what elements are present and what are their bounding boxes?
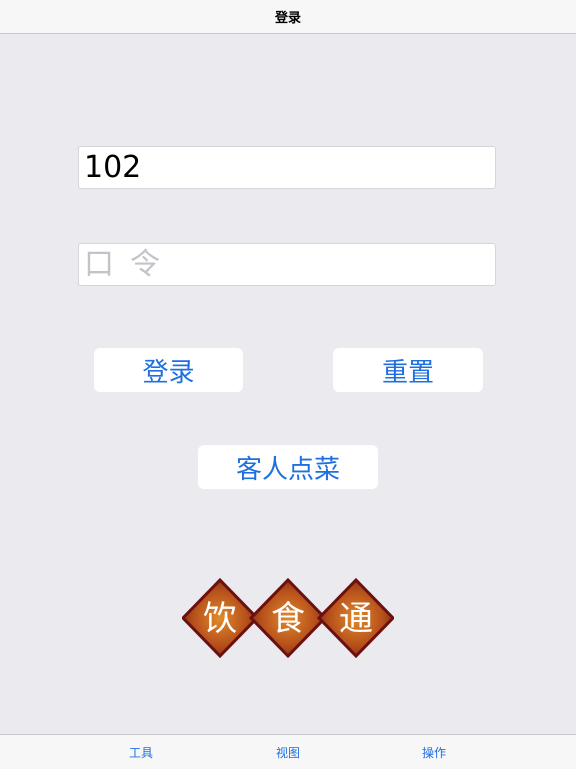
logo-char-3: 通 <box>339 599 373 639</box>
username-field[interactable] <box>78 146 496 189</box>
logo-char-2: 食 <box>271 599 305 639</box>
tab-view[interactable]: 视图 <box>248 735 328 769</box>
tab-tools[interactable]: 工具 <box>101 735 181 769</box>
password-field[interactable] <box>78 243 496 286</box>
login-button[interactable]: 登录 <box>94 348 243 392</box>
guest-order-button[interactable]: 客人点菜 <box>198 445 378 489</box>
logo-char-1: 饮 <box>203 599 237 639</box>
tab-bar: 工具 视图 操作 <box>0 734 576 769</box>
page-title: 登录 <box>274 11 301 26</box>
app-logo: 饮 食 通 <box>182 578 394 658</box>
logo-diamond-2: 食 <box>248 578 328 658</box>
reset-button[interactable]: 重置 <box>333 348 483 392</box>
navigation-bar: 登录 <box>0 0 576 34</box>
logo-diamond-3: 通 <box>316 578 394 658</box>
tab-operations[interactable]: 操作 <box>394 735 474 769</box>
logo-diamond-1: 饮 <box>182 578 260 658</box>
